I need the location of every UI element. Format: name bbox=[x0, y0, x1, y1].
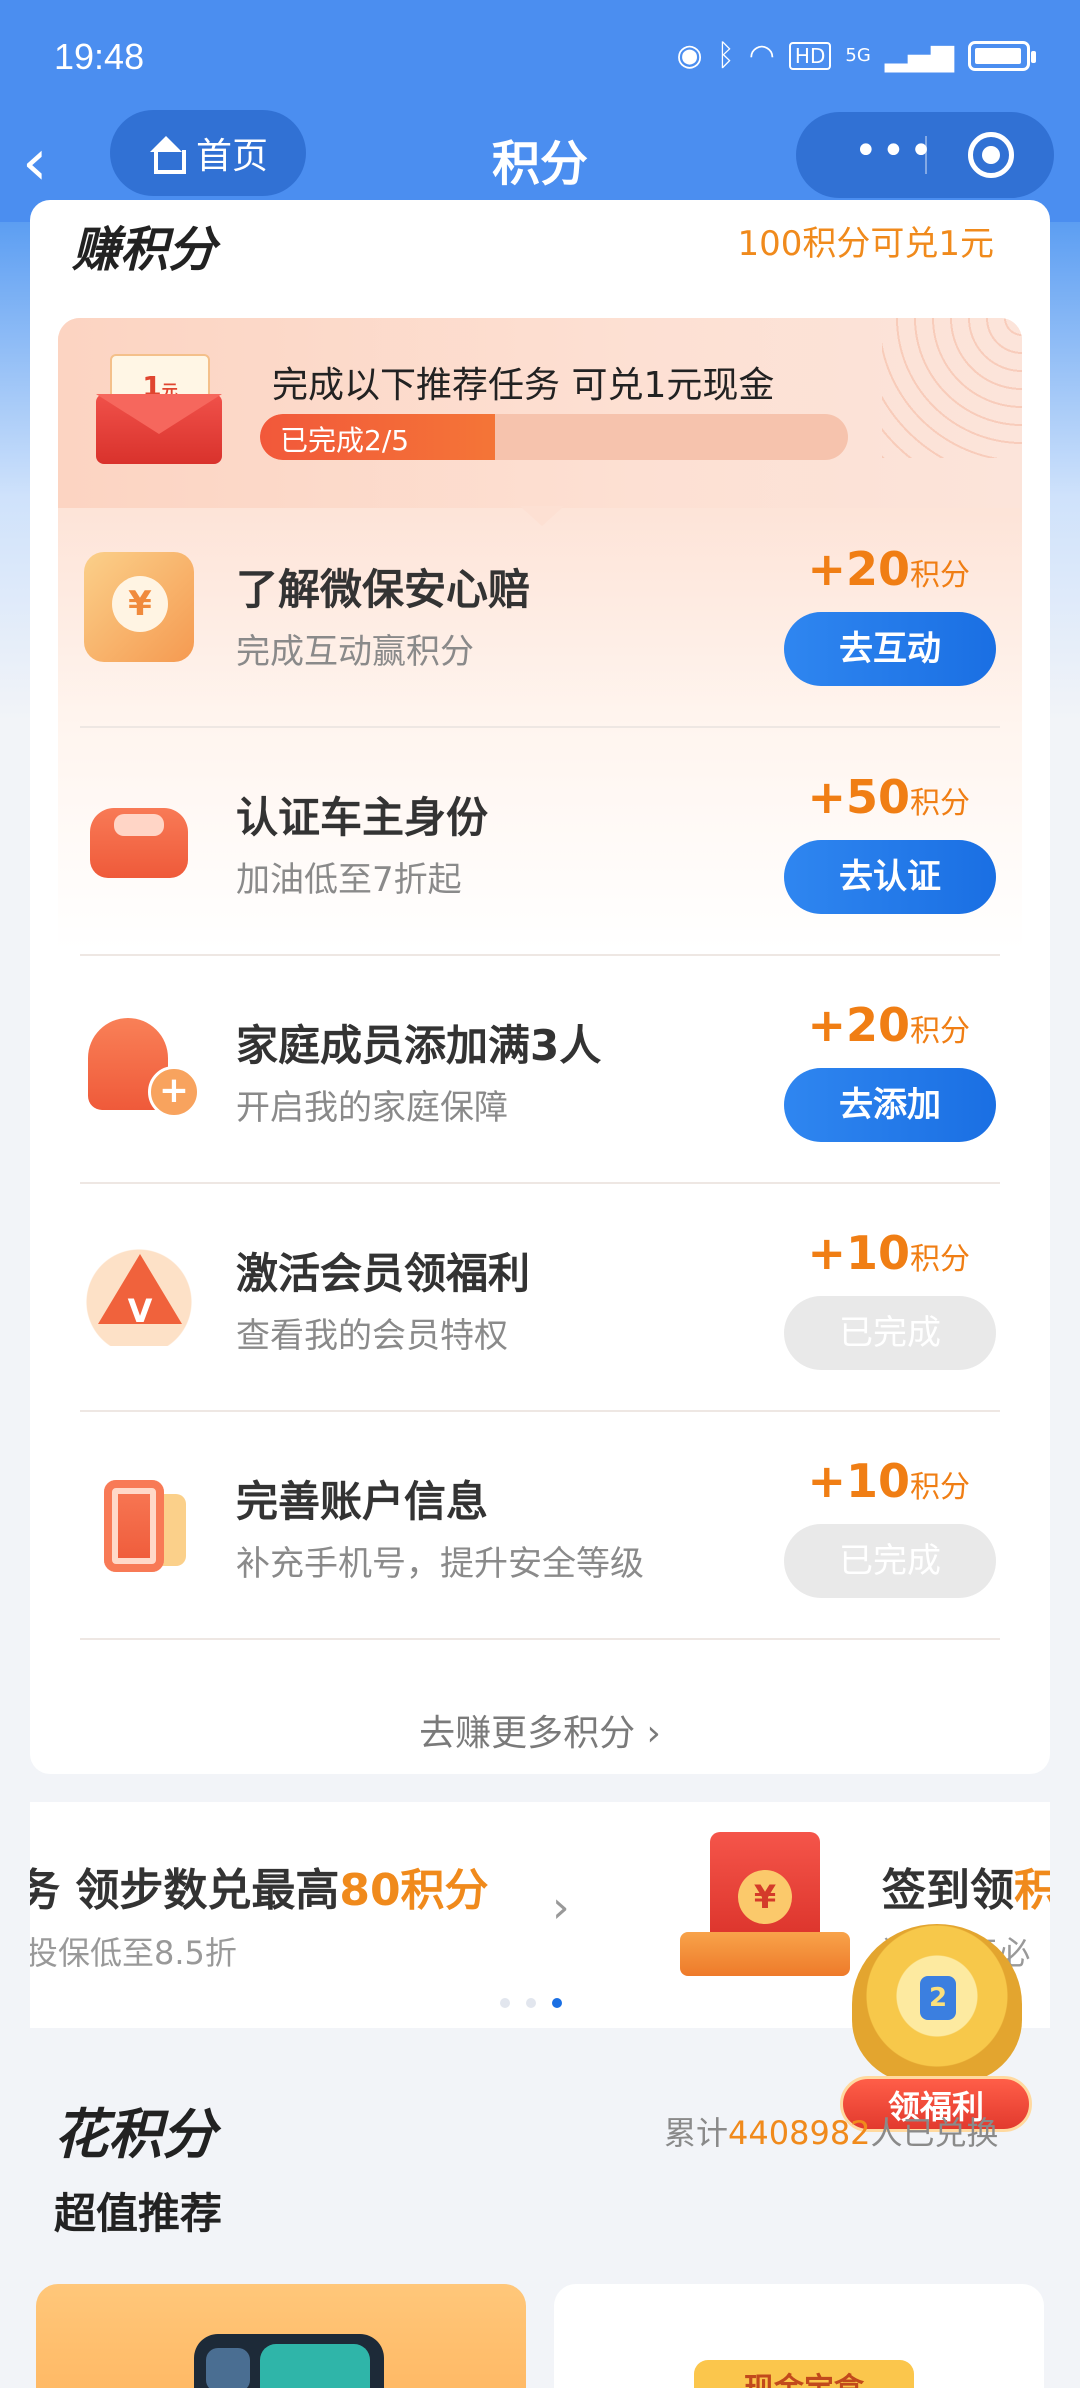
product-card-cashbox[interactable]: 现金宝盒 bbox=[554, 2284, 1044, 2388]
cashbox-badge: 现金宝盒 bbox=[694, 2360, 914, 2388]
exchange-stat: 累计4408982人已兑换 bbox=[664, 2114, 999, 2152]
envelope-flap bbox=[96, 394, 222, 434]
task-points: +10积分 bbox=[807, 1454, 970, 1508]
task-action-button[interactable]: 去添加 bbox=[784, 1068, 996, 1142]
task-desc: 查看我的会员特权 bbox=[236, 1316, 508, 1356]
task-row: 激活会员领福利 查看我的会员特权 +10积分 已完成 bbox=[80, 1184, 1000, 1412]
task-done-button: 已完成 bbox=[784, 1524, 996, 1598]
vip-crown-icon bbox=[84, 1236, 194, 1346]
phone-icon bbox=[84, 1464, 194, 1574]
bluetooth-icon: ᛒ bbox=[716, 38, 735, 73]
chat-coin-icon bbox=[84, 552, 194, 662]
reward-header: 1元 完成以下推荐任务 可兑1元现金 已完成2/5 bbox=[58, 318, 1022, 508]
task-done-button: 已完成 bbox=[784, 1296, 996, 1370]
task-desc: 加油低至7折起 bbox=[236, 860, 462, 900]
task-row: 认证车主身份 加油低至7折起 +50积分 去认证 bbox=[80, 728, 1000, 956]
task-name: 激活会员领福利 bbox=[236, 1249, 531, 1298]
status-icons: ◉ ᛒ ◠ HD 5G ▂▄▆ bbox=[676, 38, 1036, 73]
chevron-right-icon[interactable]: › bbox=[552, 1882, 570, 1933]
product-card-phone[interactable] bbox=[36, 2284, 526, 2388]
task-name: 认证车主身份 bbox=[236, 793, 489, 842]
smartphone-icon bbox=[194, 2334, 384, 2388]
task-points: +50积分 bbox=[807, 770, 970, 824]
carousel-dot bbox=[526, 1998, 536, 2008]
task-row: 了解微保安心赔 完成互动赢积分 +20积分 去互动 bbox=[80, 500, 1000, 728]
signal-icon: ▂▄▆ bbox=[884, 38, 954, 73]
reward-progress-bar: 已完成2/5 bbox=[260, 414, 848, 460]
yuan-coin: ¥ bbox=[738, 1870, 792, 1924]
carousel-dot-active bbox=[552, 1998, 562, 2008]
capsule-divider bbox=[925, 136, 927, 174]
task-name: 完善账户信息 bbox=[236, 1477, 489, 1526]
eye-icon: ◉ bbox=[676, 38, 703, 73]
status-bar: 19:48 ◉ ᛒ ◠ HD 5G ▂▄▆ bbox=[0, 0, 1080, 110]
wifi-icon: ◠ bbox=[748, 38, 775, 73]
family-add-icon bbox=[84, 1008, 200, 1118]
carousel-item-checkin[interactable]: 签到领积 bbox=[882, 1854, 1050, 1918]
task-action-button[interactable]: 去认证 bbox=[784, 840, 996, 914]
spend-title: 花积分 bbox=[54, 2103, 216, 2166]
reward-text: 完成以下推荐任务 可兑1元现金 bbox=[272, 365, 775, 406]
carousel-item-steps[interactable]: 务 领步数兑最高80积分 bbox=[30, 1854, 489, 1918]
decorative-pattern bbox=[882, 318, 1022, 458]
battery-charging-icon bbox=[968, 40, 1036, 71]
progress-label: 已完成2/5 bbox=[280, 424, 410, 457]
red-packet-icon: ¥ bbox=[680, 1832, 850, 2002]
task-action-button[interactable]: 去互动 bbox=[784, 612, 996, 686]
task-desc: 补充手机号，提升安全等级 bbox=[236, 1544, 644, 1584]
car-icon bbox=[84, 780, 194, 890]
hd-icon: HD bbox=[788, 41, 832, 70]
carousel-dot bbox=[500, 1998, 510, 2008]
carousel-item-steps-sub: 投保低至8.5折 bbox=[30, 1934, 237, 1972]
task-list: 了解微保安心赔 完成互动赢积分 +20积分 去互动 认证车主身份 加油低至7折起… bbox=[80, 500, 1000, 1640]
exchange-rate: 100积分可兑1元 bbox=[737, 224, 994, 264]
mini-program-capsule: ••• bbox=[796, 112, 1054, 198]
signal-5g-icon: 5G bbox=[845, 44, 871, 66]
task-name: 了解微保安心赔 bbox=[236, 565, 531, 614]
task-points: +10积分 bbox=[807, 1226, 970, 1280]
status-time: 19:48 bbox=[54, 36, 145, 77]
recommend-subtitle: 超值推荐 bbox=[54, 2189, 223, 2238]
welfare-float-button[interactable]: 领福利 bbox=[838, 1924, 1034, 2136]
crown-icon bbox=[852, 1924, 1022, 2084]
task-points: +20积分 bbox=[807, 998, 970, 1052]
task-points: +20积分 bbox=[807, 542, 970, 596]
carousel-indicator bbox=[500, 1998, 562, 2008]
red-envelope-icon: 1元 bbox=[96, 354, 222, 464]
task-row: 完善账户信息 补充手机号，提升安全等级 +10积分 已完成 bbox=[80, 1412, 1000, 1640]
target-icon[interactable] bbox=[968, 132, 1014, 178]
task-row: 家庭成员添加满3人 开启我的家庭保障 +20积分 去添加 bbox=[80, 956, 1000, 1184]
task-name: 家庭成员添加满3人 bbox=[236, 1021, 602, 1070]
gift-ribbon bbox=[680, 1932, 850, 1976]
task-desc: 开启我的家庭保障 bbox=[236, 1088, 508, 1128]
earn-title: 赚积分 bbox=[72, 222, 217, 278]
task-desc: 完成互动赢积分 bbox=[236, 632, 474, 672]
earn-more-link[interactable]: 去赚更多积分 › bbox=[0, 1704, 1080, 1756]
